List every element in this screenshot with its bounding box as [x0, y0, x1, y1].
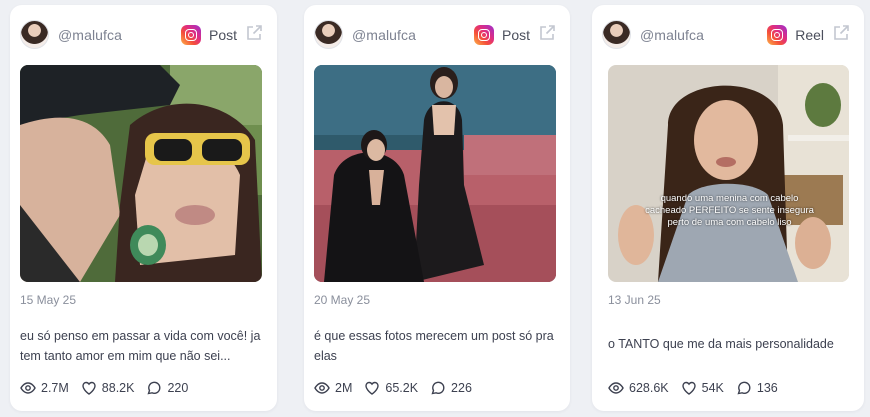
external-link-icon[interactable]: [245, 24, 263, 42]
post-caption: eu só penso em passar a vida com você! j…: [20, 329, 261, 363]
heart-icon: [82, 381, 96, 395]
account-handle[interactable]: @malufca: [640, 27, 704, 43]
post-thumbnail[interactable]: [314, 65, 556, 282]
post-card[interactable]: @malufca Post 15 May 25 eu só penso em p…: [10, 5, 277, 411]
post-card[interactable]: @malufca Reel quando uma menina com cabe…: [592, 5, 864, 411]
post-type-label: Post: [208, 27, 237, 43]
card-header: @malufca Reel: [602, 20, 850, 50]
engagement-stats: 2M 65.2K 226: [314, 380, 484, 396]
instagram-icon: [473, 25, 494, 45]
external-link-icon[interactable]: [538, 24, 556, 42]
engagement-stats: 2.7M 88.2K 220: [20, 380, 200, 396]
likes-stat: 54K: [681, 380, 724, 396]
avatar[interactable]: [20, 20, 49, 49]
post-type-label: Reel: [795, 27, 824, 43]
card-header: @malufca Post: [20, 20, 263, 50]
likes-count: 65.2K: [385, 381, 419, 395]
comment-icon: [737, 381, 751, 395]
views-stat: 628.6K: [608, 380, 669, 396]
comments-stat: 226: [430, 380, 472, 396]
comments-count: 136: [756, 381, 778, 395]
engagement-stats: 628.6K 54K 136: [608, 380, 790, 396]
views-count: 2.7M: [41, 381, 69, 395]
heart-icon: [365, 381, 380, 395]
account-handle[interactable]: @malufca: [58, 27, 122, 43]
avatar[interactable]: [602, 20, 631, 49]
views-count: 628.6K: [629, 381, 669, 395]
account-handle[interactable]: @malufca: [352, 27, 416, 43]
post-date: 20 May 25: [314, 293, 371, 307]
avatar[interactable]: [314, 20, 343, 49]
comment-icon: [431, 381, 445, 395]
eye-icon: [608, 382, 624, 394]
post-caption: é que essas fotos merecem um post só pra…: [314, 329, 554, 363]
likes-count: 88.2K: [101, 381, 135, 395]
post-date: 13 Jun 25: [608, 293, 661, 307]
likes-stat: 65.2K: [364, 380, 418, 396]
eye-icon: [314, 382, 330, 394]
comments-stat: 136: [736, 380, 778, 396]
heart-icon: [681, 381, 696, 395]
likes-count: 54K: [701, 381, 724, 395]
post-date: 15 May 25: [20, 293, 77, 307]
platform-badge: Post: [180, 25, 237, 45]
platform-badge: Reel: [767, 25, 824, 45]
views-count: 2M: [335, 381, 353, 395]
platform-badge: Post: [473, 25, 530, 45]
comments-stat: 220: [146, 380, 188, 396]
post-type-label: Post: [501, 27, 530, 43]
instagram-icon: [767, 25, 788, 45]
reel-overlay-text: quando uma menina com cabelo cacheado PE…: [645, 193, 814, 228]
likes-stat: 88.2K: [81, 380, 135, 396]
post-thumbnail[interactable]: [20, 65, 262, 282]
external-link-icon[interactable]: [832, 24, 850, 42]
comment-icon: [147, 381, 161, 395]
comments-count: 226: [451, 381, 472, 395]
eye-icon: [20, 382, 36, 394]
reel-thumbnail[interactable]: quando uma menina com cabelo cacheado PE…: [608, 65, 849, 282]
views-stat: 2.7M: [20, 380, 69, 396]
post-caption: o TANTO que me da mais personalidade: [608, 337, 834, 351]
views-stat: 2M: [314, 380, 352, 396]
instagram-icon: [180, 25, 201, 45]
card-header: @malufca Post: [314, 20, 556, 50]
post-card[interactable]: @malufca Post 20 May 25 é que essas foto…: [304, 5, 570, 411]
comments-count: 220: [167, 381, 189, 395]
